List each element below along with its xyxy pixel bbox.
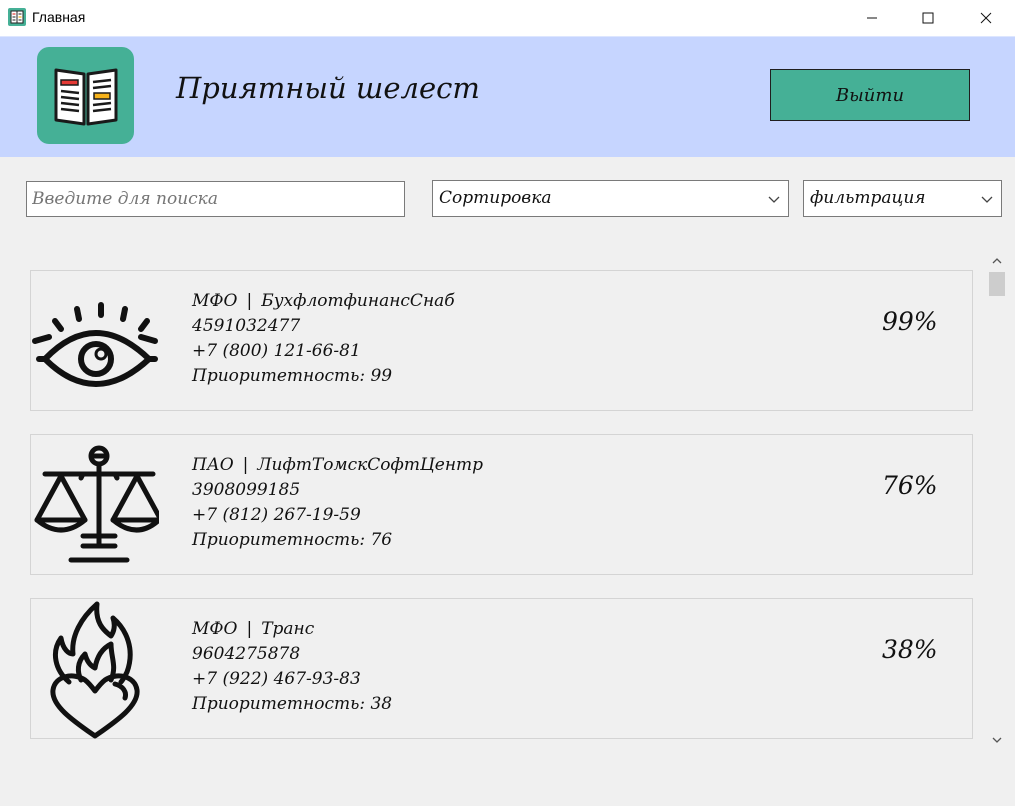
- window-title: Главная: [32, 9, 86, 25]
- agent-header: МФО | БухфлотфинансСнаб: [192, 291, 455, 311]
- sort-dropdown[interactable]: Сортировка: [432, 180, 789, 217]
- flaming-heart-icon: [50, 601, 140, 738]
- filter-dropdown-value: фильтрация: [810, 188, 926, 208]
- agent-name: БухфлотфинансСнаб: [261, 291, 455, 311]
- app-name: Приятный шелест: [176, 71, 480, 105]
- scrollbar-thumb[interactable]: [989, 272, 1005, 296]
- logout-button[interactable]: Выйти: [770, 69, 970, 121]
- agent-inn: 3908099185: [192, 480, 301, 500]
- minimize-button[interactable]: [849, 0, 895, 36]
- chevron-down-icon: [981, 196, 993, 203]
- agent-type: ПАО: [192, 455, 234, 475]
- close-button[interactable]: [963, 0, 1009, 36]
- agent-details: ПАО | ЛифтТомскСофтЦентр 3908099185 +7 (81…: [192, 453, 483, 553]
- agent-priority: Приоритетность: 76: [192, 530, 393, 550]
- agent-priority: Приоритетность: 99: [192, 366, 393, 386]
- agent-discount: 99%: [882, 307, 938, 336]
- agent-inn: 9604275878: [192, 644, 301, 664]
- agent-details: МФО | Транс 9604275878 +7 (922) 467-93-83 …: [192, 617, 392, 717]
- agent-name: ЛифтТомскСофтЦентр: [257, 455, 484, 475]
- agent-logo: [31, 599, 159, 740]
- agent-card[interactable]: МФО | БухфлотфинансСнаб 4591032477 +7 (800…: [30, 270, 973, 411]
- maximize-icon: [922, 12, 934, 24]
- agent-header: МФО | Транс: [192, 619, 315, 639]
- scales-icon: [34, 445, 159, 562]
- close-icon: [980, 12, 992, 24]
- agent-phone: +7 (800) 121-66-81: [192, 341, 361, 361]
- chevron-down-icon[interactable]: [991, 734, 1003, 746]
- agent-card[interactable]: МФО | Транс 9604275878 +7 (922) 467-93-83 …: [30, 598, 973, 739]
- eye-icon: [32, 301, 158, 387]
- agent-card[interactable]: ПАО | ЛифтТомскСофтЦентр 3908099185 +7 (81…: [30, 434, 973, 575]
- agent-logo: [31, 271, 159, 412]
- app-header: Приятный шелест Выйти: [0, 36, 1015, 157]
- window-titlebar: Главная: [0, 0, 1015, 36]
- agent-header: ПАО | ЛифтТомскСофтЦентр: [192, 455, 484, 475]
- agent-discount: 38%: [882, 635, 938, 664]
- minimize-icon: [867, 17, 877, 19]
- agent-name: Транс: [261, 619, 315, 639]
- agents-list[interactable]: МФО | БухфлотфинансСнаб 4591032477 +7 (800…: [0, 250, 1015, 770]
- agent-logo: [31, 435, 159, 576]
- agent-discount: 76%: [882, 471, 938, 500]
- chevron-down-icon: [768, 196, 780, 203]
- newspaper-icon: [54, 68, 117, 125]
- app-logo: [37, 47, 134, 144]
- agent-inn: 4591032477: [192, 316, 301, 336]
- sort-dropdown-value: Сортировка: [439, 188, 552, 208]
- agent-type: МФО: [192, 291, 238, 311]
- filter-dropdown[interactable]: фильтрация: [803, 180, 1002, 217]
- agent-details: МФО | БухфлотфинансСнаб 4591032477 +7 (800…: [192, 289, 455, 389]
- search-input[interactable]: [26, 181, 405, 217]
- newspaper-app-icon: [8, 8, 26, 26]
- agent-priority: Приоритетность: 38: [192, 694, 393, 714]
- agent-phone: +7 (922) 467-93-83: [192, 669, 361, 689]
- agent-phone: +7 (812) 267-19-59: [192, 505, 361, 525]
- maximize-button[interactable]: [905, 0, 951, 36]
- chevron-up-icon[interactable]: [991, 255, 1003, 267]
- vertical-scrollbar[interactable]: [987, 250, 1007, 750]
- agent-type: МФО: [192, 619, 238, 639]
